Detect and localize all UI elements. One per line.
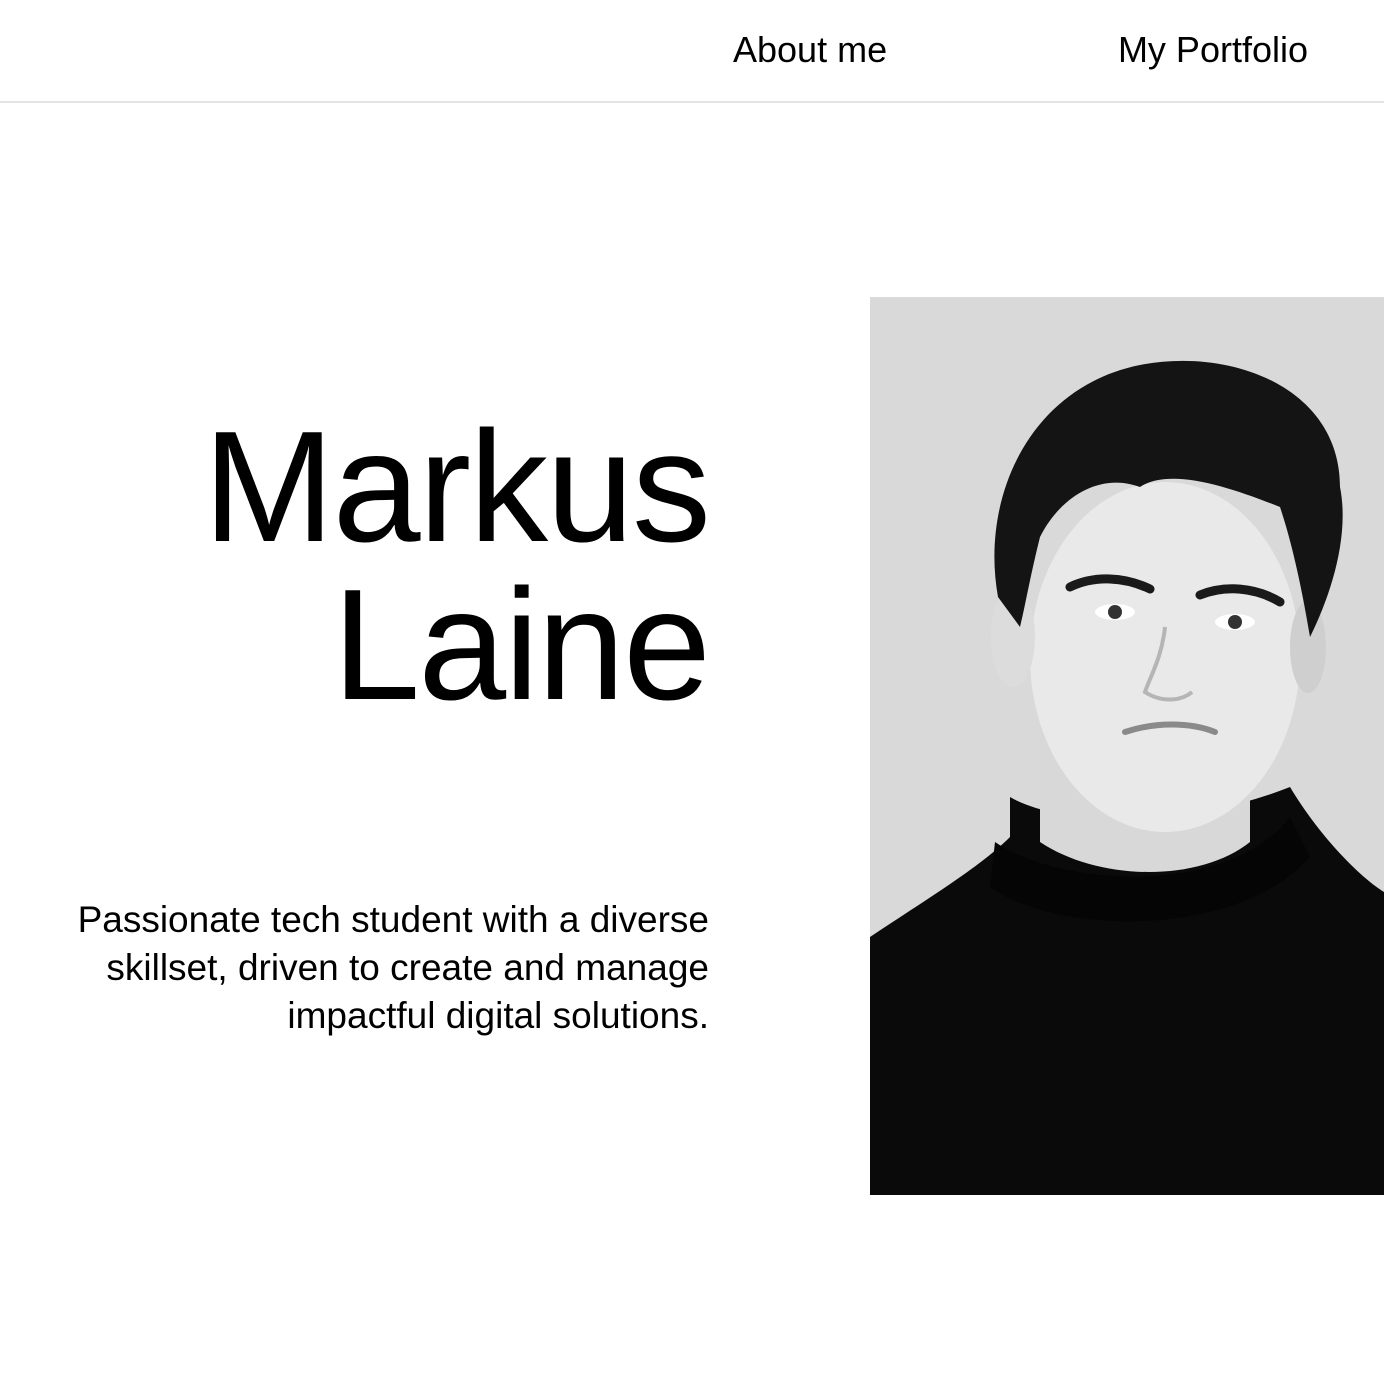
hero-tagline: Passionate tech student with a diverse s… — [77, 899, 709, 1036]
hero-first-name: Markus — [203, 399, 711, 575]
hero-name: Markus Laine — [203, 399, 711, 733]
hero-last-name: Laine — [332, 557, 711, 733]
top-navigation: About me My Portfolio — [0, 0, 1384, 103]
nav-link-about-me[interactable]: About me — [733, 28, 887, 72]
nav-link-my-portfolio[interactable]: My Portfolio — [1118, 28, 1308, 72]
page: About me My Portfolio Markus Laine Passi… — [0, 0, 1384, 1384]
portrait-photo — [870, 297, 1384, 1195]
